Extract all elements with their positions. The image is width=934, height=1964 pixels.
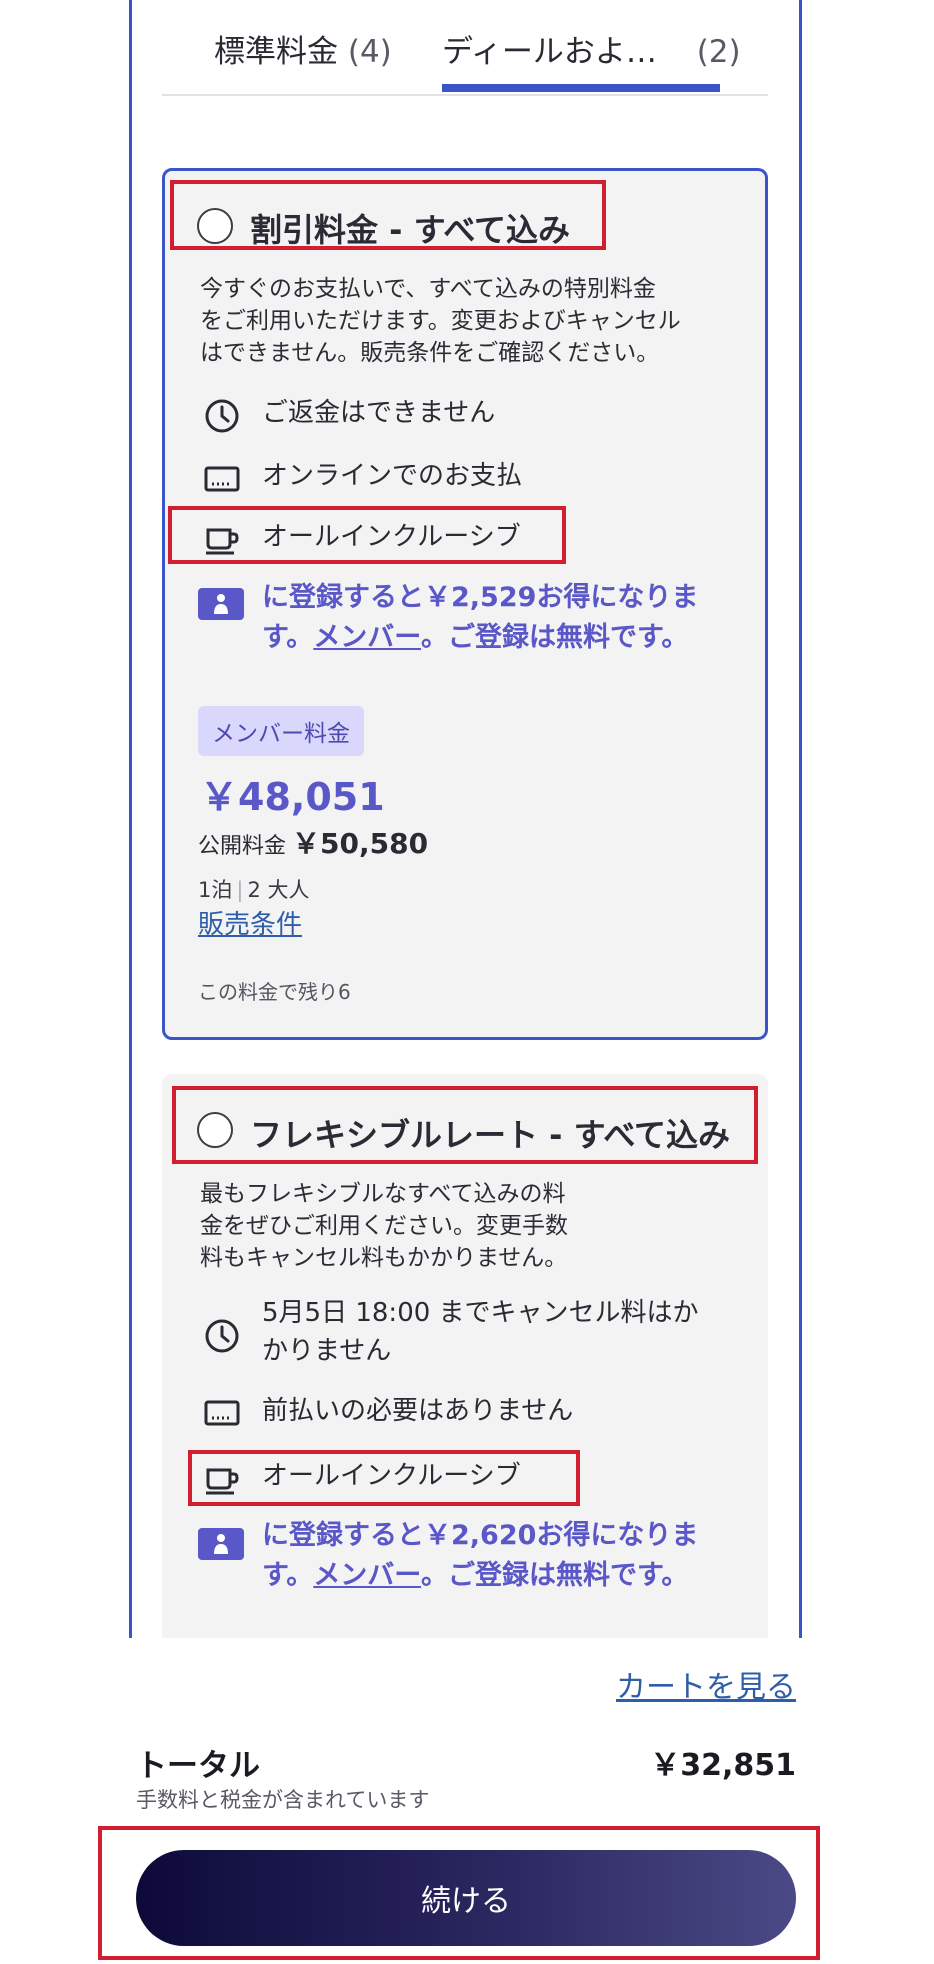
member-rate-badge: メンバー料金 [198,706,364,756]
stay-details: 1泊 | 2 大人 [198,878,310,902]
tab-label: 標準料金 [214,34,338,70]
feature-payment: オンラインでのお支払 [262,461,523,491]
tab-count: (4) [347,34,392,70]
left-border [129,0,132,1638]
total-label: トータル [136,1748,260,1784]
feature-all-inclusive: オールインクルーシブ [262,1461,521,1491]
rooms-remaining: この料金で残り6 [198,980,351,1004]
member-icon [198,588,244,620]
member-link[interactable]: メンバー [313,1560,421,1591]
feature-all-inclusive: オールインクルーシブ [262,522,521,552]
view-cart-link[interactable]: カートを見る [616,1662,796,1706]
tab-deals[interactable]: ディールおよ… (2) [442,26,741,71]
terms-link[interactable]: 販売条件 [198,904,302,941]
feature-cancellation: 5月5日 18:00 までキャンセル料はか かりません [262,1298,699,1366]
rate-tabs: 標準料金 (4) ディールおよ… (2) [162,0,768,96]
clock-icon [205,399,239,433]
coffee-cup-icon [206,1468,239,1495]
member-icon [198,1528,244,1560]
credit-card-icon [204,1400,240,1426]
active-tab-indicator [442,84,720,92]
tab-standard-rates[interactable]: 標準料金 (4) [214,26,392,71]
member-price: ￥48,051 [200,775,385,819]
rate-description: 今すぐのお支払いで、すべて込みの特別料金 をご利用いただけます。変更およびキャン… [200,276,681,366]
rate-description: 最もフレキシブルなすべて込みの料 金をぜひご利用ください。変更手数 料もキャンセ… [200,1181,568,1271]
total-note: 手数料と税金が含まれています [136,1788,430,1812]
coffee-cup-icon [206,528,239,555]
feature-prepayment: 前払いの必要はありません [262,1396,574,1426]
member-promo: に登録すると￥2,529お得になりま す。メンバー。ご登録は無料です。 [262,582,699,653]
feature-refund: ご返金はできません [262,398,496,428]
tab-label: ディールおよ… [442,34,657,70]
rate-title: 割引料金 - すべて込み [250,211,571,249]
total-amount: ￥32,851 [650,1748,796,1783]
member-promo: に登録すると￥2,620お得になりま す。メンバー。ご登録は無料です。 [262,1520,699,1591]
right-border [799,0,802,1638]
credit-card-icon [204,466,240,492]
public-price: 公開料金 ￥50,580 [198,827,429,860]
tab-count: (2) [696,34,741,70]
rate-title: フレキシブルレート - すべて込み [250,1116,731,1154]
clock-icon [205,1319,239,1353]
rate-radio-flexible[interactable] [197,1112,233,1148]
highlight-box [98,1826,820,1960]
rate-radio-discount[interactable] [197,208,233,244]
member-link[interactable]: メンバー [313,622,421,653]
